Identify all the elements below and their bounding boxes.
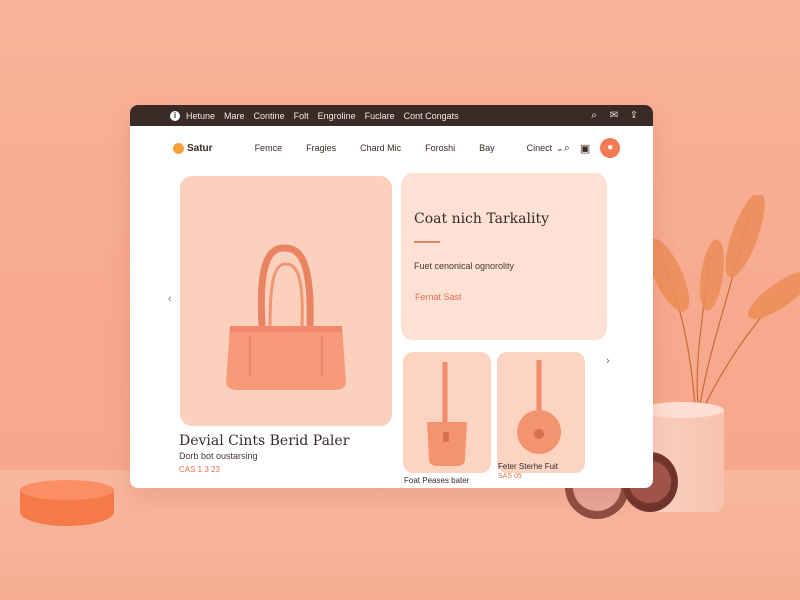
topbar-item[interactable]: Hetune — [186, 111, 215, 121]
topbar-item[interactable]: Contine — [254, 111, 285, 121]
contact-dropdown[interactable]: Cinect ⌄ — [527, 143, 564, 154]
share-icon[interactable]: ⇪ — [629, 110, 639, 121]
product-card-title: Feter Sterhe Fuit — [498, 462, 559, 471]
product-title[interactable]: Devial Cints Berid Paler — [179, 433, 349, 449]
topbar-item[interactable]: Folt — [294, 111, 309, 121]
bucket-bag-image — [427, 362, 467, 466]
product-price: CAS 1 3 23 — [179, 465, 220, 474]
nav-item[interactable]: Fragies — [306, 143, 336, 153]
promo-title: Coat nich Tarkality — [414, 211, 549, 227]
decorative-puck — [20, 480, 114, 526]
logo-text: Satur — [187, 142, 213, 154]
search-icon[interactable]: ⌕ — [564, 142, 570, 155]
chevron-down-icon: ⌄ — [556, 142, 564, 153]
info-icon[interactable]: i — [170, 110, 180, 121]
hero-product-image[interactable] — [180, 176, 392, 426]
carousel-prev-arrow[interactable]: ‹ — [168, 293, 172, 305]
topbar-item[interactable]: Mare — [224, 111, 245, 121]
carousel-next-arrow[interactable]: › — [606, 355, 610, 367]
promo-description: Fuet cenonical ognorolity — [414, 261, 515, 271]
topbar-item[interactable]: Cont Congats — [404, 111, 459, 121]
cart-icon[interactable]: ● — [600, 138, 621, 158]
nav-item[interactable]: Bay — [479, 143, 495, 153]
product-card-title: Foat Peases bater — [404, 476, 470, 485]
promo-link[interactable]: Fernat Sast — [415, 292, 462, 302]
logo-icon — [173, 142, 184, 154]
nav-item[interactable]: Foroshi — [425, 143, 455, 153]
topbar-item[interactable]: Engroline — [318, 111, 356, 121]
nav-item[interactable]: Femce — [255, 143, 283, 153]
tote-bag-image — [226, 244, 346, 390]
divider — [414, 241, 440, 243]
search-icon[interactable]: ⌕ — [589, 110, 599, 121]
promo-card[interactable]: Coat nich Tarkality Fuet cenonical ognor… — [401, 173, 607, 340]
pampas-grass-decoration — [646, 195, 800, 406]
round-bag-image — [517, 360, 561, 454]
product-card-image[interactable] — [497, 352, 585, 473]
nav-item[interactable]: Chard Mic — [360, 143, 401, 153]
mail-icon[interactable]: ✉ — [609, 110, 619, 121]
top-bar: i Hetune Mare Contine Folt Engroline Fuc… — [130, 105, 653, 126]
topbar-item[interactable]: Fuclare — [365, 111, 395, 121]
contact-label: Cinect — [526, 143, 553, 153]
logo[interactable]: Satur — [173, 142, 213, 154]
bag-icon[interactable]: ▣ — [580, 142, 590, 155]
main-nav: Satur Femce Fragies Chard Mic Foroshi Ba… — [130, 126, 653, 170]
website-window: i Hetune Mare Contine Folt Engroline Fuc… — [130, 105, 653, 488]
product-subtitle: Dorb bot oustarsing — [179, 451, 258, 461]
product-card-price: SAS 05 — [498, 473, 522, 480]
product-card-image[interactable] — [403, 352, 491, 473]
